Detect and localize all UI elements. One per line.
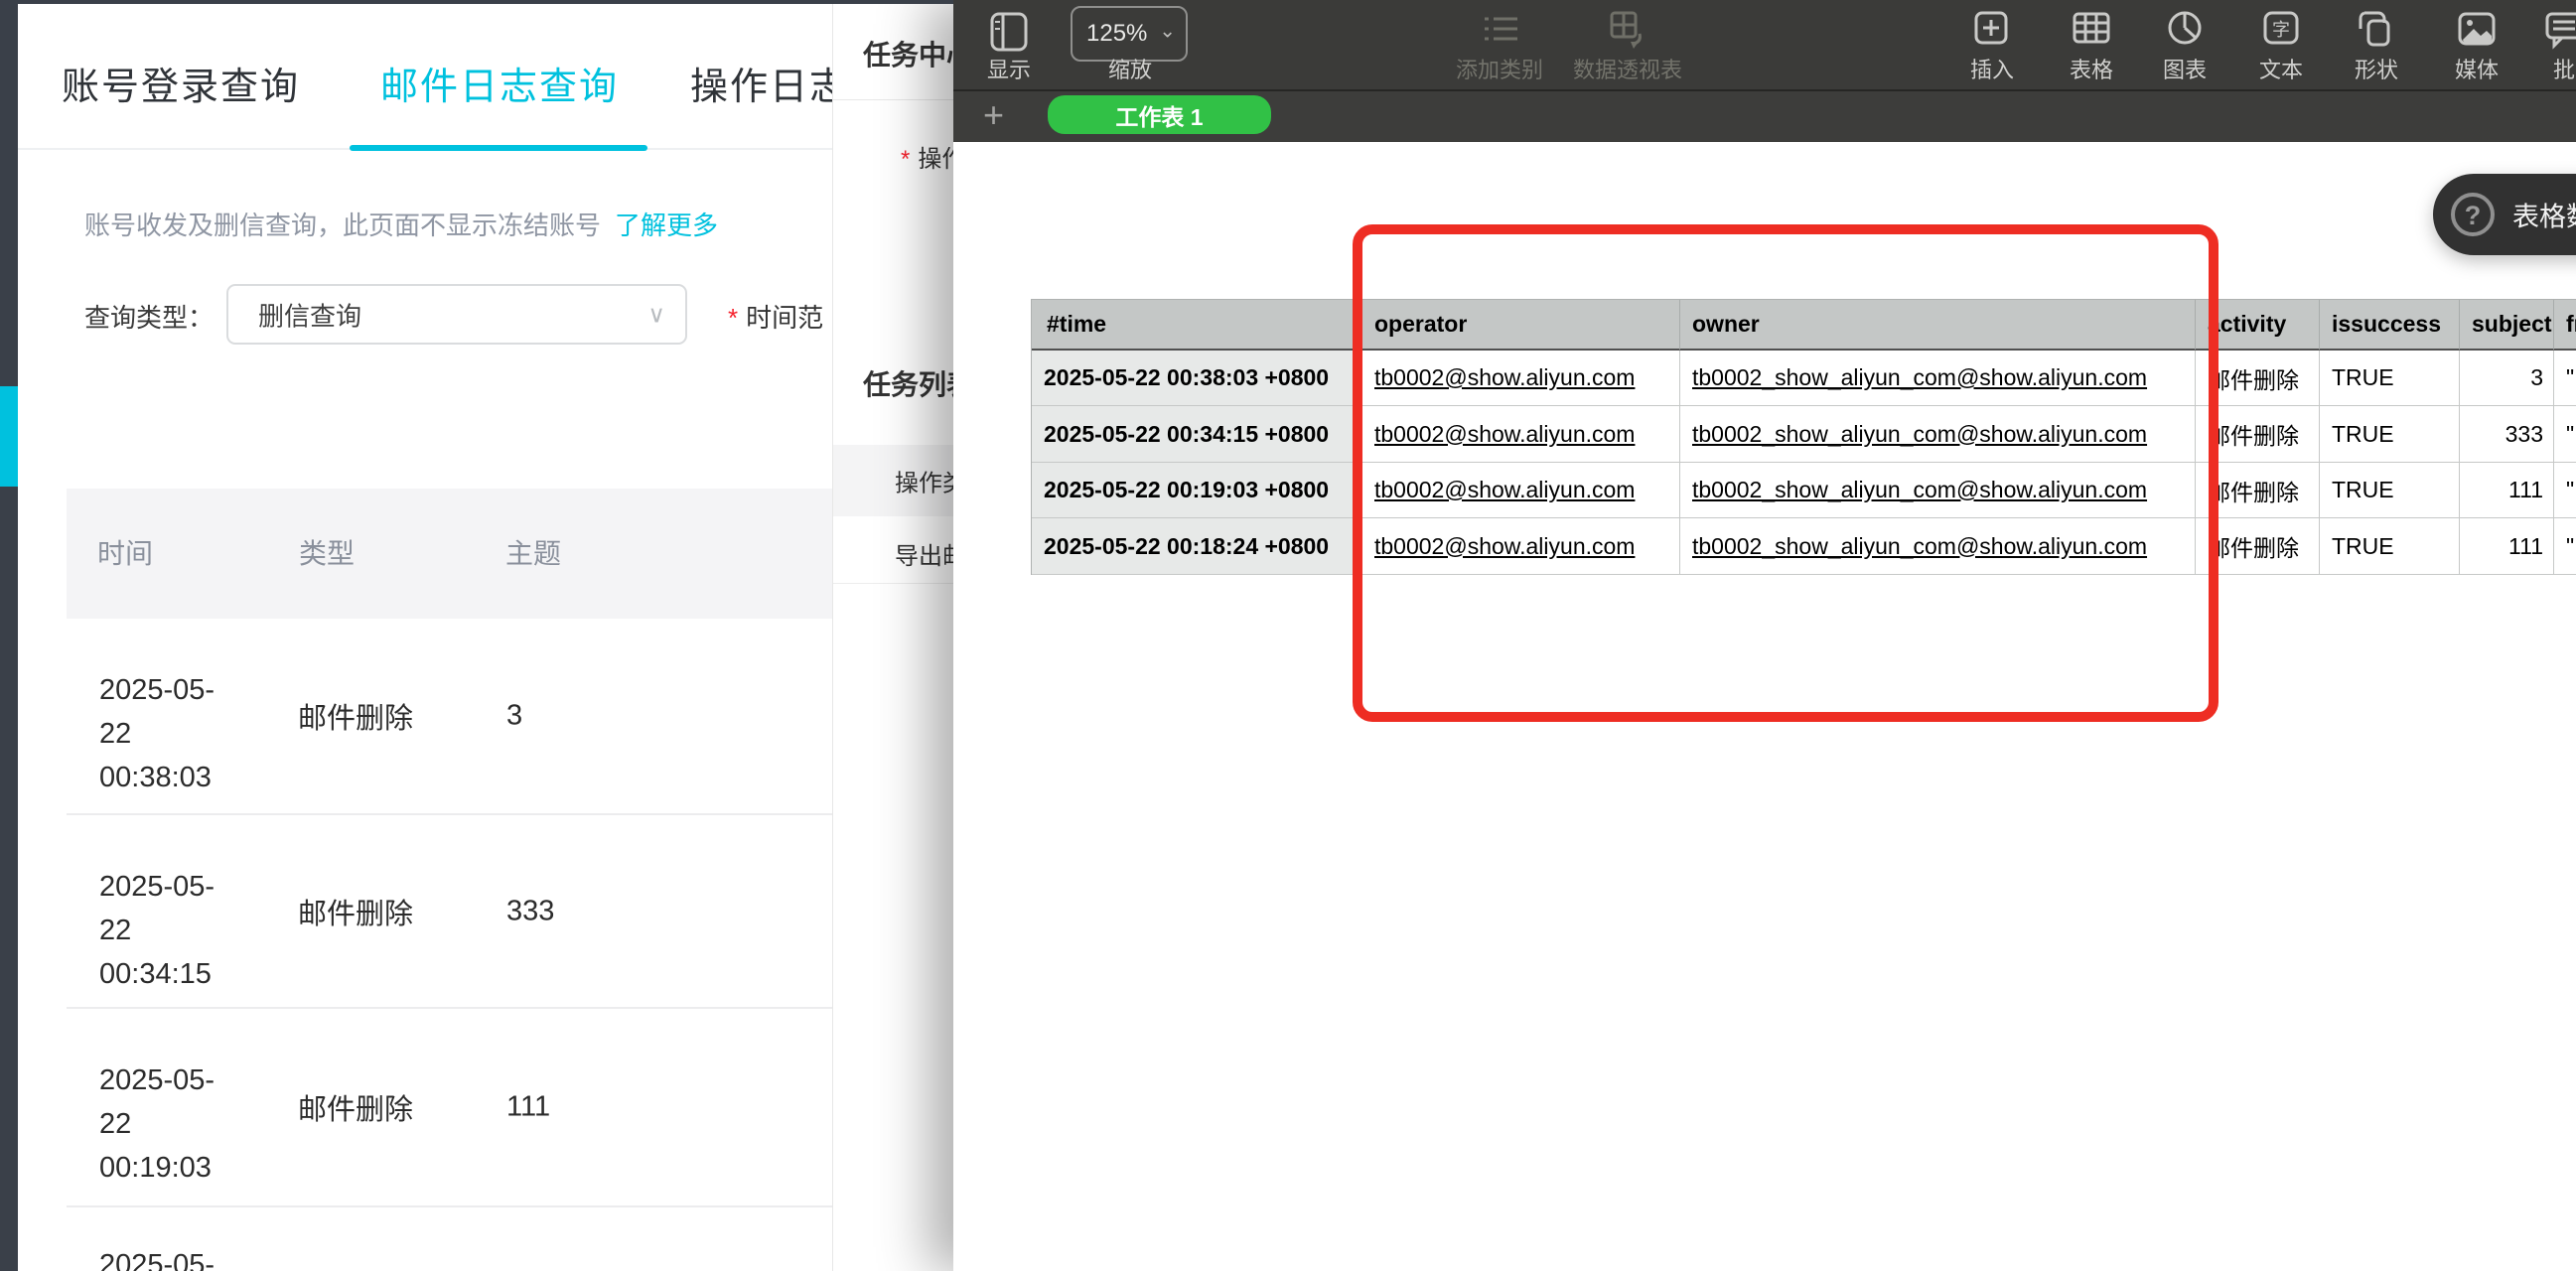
add-category-icon[interactable] xyxy=(1480,8,1523,52)
column-header-time[interactable]: #time xyxy=(1032,300,1362,351)
help-icon: ? xyxy=(2451,193,2495,236)
comment-icon[interactable] xyxy=(2542,8,2576,52)
column-header-issuccess[interactable]: issuccess xyxy=(2320,300,2460,351)
annotation-rectangle xyxy=(1353,224,2218,722)
column-header-subject[interactable]: subject xyxy=(2460,300,2554,351)
time-range-label: *时间范 xyxy=(728,298,823,335)
top-window-edge xyxy=(0,0,953,4)
cell-type: 邮件删除 xyxy=(298,891,413,932)
cell-issuccess[interactable]: TRUE xyxy=(2320,406,2460,463)
table-icon[interactable] xyxy=(2070,8,2113,52)
sheet-tab-bar: + 工作表 1 xyxy=(953,91,2576,142)
view-panel-icon[interactable] xyxy=(989,10,1029,54)
cell-subject[interactable]: 111 xyxy=(2460,463,2554,518)
table-row: 2025-05- 22 00:38:03 邮件删除 3 xyxy=(67,619,953,815)
cell-subject[interactable]: 333 xyxy=(2460,406,2554,463)
sheet-tab-label: 工作表 1 xyxy=(1115,98,1203,132)
chart-icon[interactable] xyxy=(2163,8,2207,52)
cell-time: 2025-05- 22 00:19:03 xyxy=(99,1059,288,1190)
col-header-type: 类型 xyxy=(299,532,355,572)
sheet-tab-active[interactable]: 工作表 1 xyxy=(1048,95,1271,134)
tab-operation-log[interactable]: 操作日志 xyxy=(690,56,849,110)
svg-text:字: 字 xyxy=(2272,20,2290,40)
divider xyxy=(833,99,953,100)
help-pill[interactable]: ? 表格数 xyxy=(2433,174,2576,255)
query-type-value: 删信查询 xyxy=(258,296,361,333)
cell-subject[interactable]: 111 xyxy=(2460,518,2554,575)
cell-time[interactable]: 2025-05-22 00:19:03 +0800 xyxy=(1032,463,1362,518)
table-button[interactable]: 表格 xyxy=(2070,53,2113,84)
shape-button[interactable]: 形状 xyxy=(2355,53,2398,84)
left-sidebar-rail xyxy=(0,0,18,1271)
task-center-title: 任务中心 xyxy=(863,34,953,73)
zoom-label: 缩放 xyxy=(1108,53,1152,84)
col-header-subject: 主题 xyxy=(505,532,561,572)
cell-time: 2025-05- 22 00:38:03 xyxy=(99,668,288,799)
col-header-time: 时间 xyxy=(97,532,153,572)
cell-subject: 3 xyxy=(506,700,522,733)
cell-time: 2025-05- 22 00:34:15 xyxy=(99,865,288,996)
notice-text: 账号收发及删信查询，此页面不显示冻结账号 xyxy=(84,211,601,240)
cell-issuccess[interactable]: TRUE xyxy=(2320,518,2460,575)
required-asterisk: * xyxy=(901,146,910,173)
insert-button[interactable]: 插入 xyxy=(1970,53,2014,84)
cell-time: 2025-05- xyxy=(99,1243,288,1271)
cell-subject: 333 xyxy=(506,895,554,927)
screen: 账号登录查询 邮件日志查询 操作日志 账号收发及删信查询，此页面不显示冻结账号了… xyxy=(0,0,2576,1271)
view-button[interactable]: 显示 xyxy=(987,53,1031,84)
pivot-table-button[interactable]: 数据透视表 xyxy=(1573,53,1682,84)
page-notice: 账号收发及删信查询，此页面不显示冻结账号了解更多 xyxy=(84,206,718,242)
table-row: 2025-05- 22 00:34:15 邮件删除 333 xyxy=(67,815,953,1009)
divider xyxy=(833,583,953,584)
cell-type: 邮件删除 xyxy=(298,1086,413,1128)
cell-type: 邮件删除 xyxy=(298,695,413,737)
add-sheet-button[interactable]: + xyxy=(983,91,1004,142)
cell-issuccess[interactable]: TRUE xyxy=(2320,463,2460,518)
task-center-panel: 任务中心 *操作 任务列表 操作类 导出邮 xyxy=(832,0,953,1271)
mail-admin-page: 账号登录查询 邮件日志查询 操作日志 账号收发及删信查询，此页面不显示冻结账号了… xyxy=(0,0,953,1271)
add-category-button[interactable]: 添加类别 xyxy=(1456,53,1543,84)
required-asterisk: * xyxy=(728,303,738,333)
tab-account-login-query[interactable]: 账号登录查询 xyxy=(62,56,300,110)
cell-from[interactable]: " xyxy=(2554,406,2576,463)
column-header-from[interactable]: fr xyxy=(2554,300,2576,351)
sidebar-active-indicator[interactable] xyxy=(0,386,18,487)
task-list-header-row: 操作类 xyxy=(833,445,953,516)
cell-from[interactable]: " xyxy=(2554,518,2576,575)
chart-button[interactable]: 图表 xyxy=(2163,53,2207,84)
cell-time[interactable]: 2025-05-22 00:34:15 +0800 xyxy=(1032,406,1362,463)
media-button[interactable]: 媒体 xyxy=(2455,53,2499,84)
cell-from[interactable]: " xyxy=(2554,351,2576,406)
task-form-row: *操作 xyxy=(901,139,953,174)
active-tab-underline xyxy=(350,145,647,151)
shape-icon[interactable] xyxy=(2355,8,2398,52)
table-row: 2025-05- 22 00:19:03 邮件删除 111 xyxy=(67,1009,953,1207)
cell-time[interactable]: 2025-05-22 00:38:03 +0800 xyxy=(1032,351,1362,406)
table-row: 2025-05- xyxy=(67,1207,953,1271)
cell-subject: 111 xyxy=(506,1091,550,1124)
insert-icon[interactable] xyxy=(1970,8,2014,52)
query-type-select[interactable]: 删信查询 ∨ xyxy=(226,284,687,345)
pivot-table-icon[interactable] xyxy=(1604,8,1647,52)
cell-issuccess[interactable]: TRUE xyxy=(2320,351,2460,406)
comment-button[interactable]: 批 xyxy=(2553,53,2575,84)
cell-subject[interactable]: 3 xyxy=(2460,351,2554,406)
task-list-row: 导出邮 xyxy=(895,536,953,571)
task-list-title: 任务列表 xyxy=(863,363,953,403)
tab-mail-log-query[interactable]: 邮件日志查询 xyxy=(380,56,619,110)
text-icon[interactable]: 字 xyxy=(2259,8,2303,52)
query-type-label: 查询类型： xyxy=(84,298,214,335)
cell-time[interactable]: 2025-05-22 00:18:24 +0800 xyxy=(1032,518,1362,575)
help-pill-text: 表格数 xyxy=(2512,196,2576,234)
cell-from[interactable]: " xyxy=(2554,463,2576,518)
chevron-down-icon: ⌄ xyxy=(1159,18,1176,43)
learn-more-link[interactable]: 了解更多 xyxy=(615,211,718,240)
zoom-value: 125% xyxy=(1086,20,1147,48)
media-icon[interactable] xyxy=(2455,8,2499,52)
chevron-down-icon: ∨ xyxy=(647,300,665,329)
log-table-header: 时间 类型 主题 xyxy=(67,489,953,619)
numbers-toolbar: 显示 125% ⌄ 缩放 添加类别 数据透视表 插入 xyxy=(953,0,2576,89)
text-button[interactable]: 文本 xyxy=(2259,53,2303,84)
